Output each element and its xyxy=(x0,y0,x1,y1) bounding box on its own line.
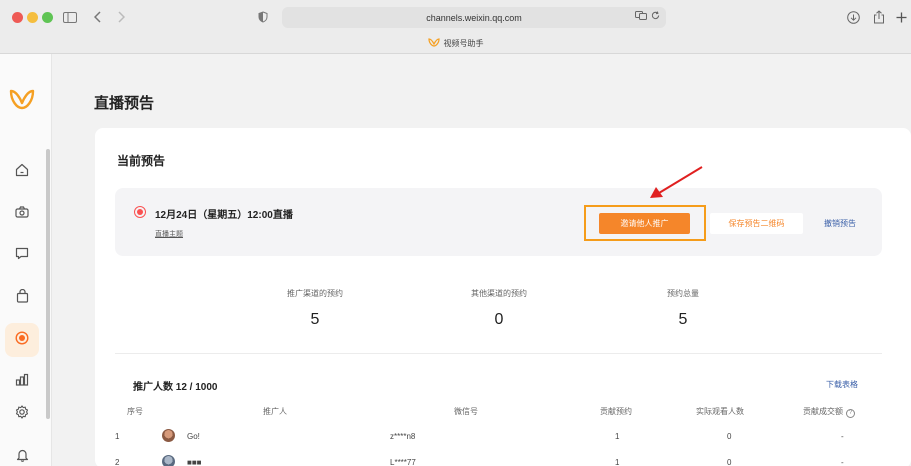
current-preview-title: 当前预告 xyxy=(117,154,166,168)
column-header: 序号 xyxy=(127,407,143,416)
message-icon xyxy=(15,247,29,265)
share-icon[interactable] xyxy=(872,8,886,26)
cancel-preview-link[interactable]: 撤销预告 xyxy=(824,218,856,229)
zoom-window-button[interactable] xyxy=(42,12,53,23)
stat-other-reservations: 其他渠道的预约 0 xyxy=(439,288,559,329)
stat-value: 0 xyxy=(494,311,504,328)
new-tab-icon[interactable] xyxy=(895,8,907,26)
sidebar-scrollbar[interactable] xyxy=(46,149,50,419)
reservations-value: 1 xyxy=(615,458,620,466)
wechat-id: z****n8 xyxy=(390,432,416,441)
camera-icon xyxy=(15,205,29,223)
stat-label: 推广渠道的预约 xyxy=(287,289,343,298)
divider xyxy=(115,353,882,354)
column-header: 微信号 xyxy=(454,407,478,416)
column-header: 贡献成交额 xyxy=(803,407,843,416)
promoter-name: Go! xyxy=(187,432,200,441)
promoter-count-heading: 推广人数 12 / 1000 xyxy=(133,382,218,393)
column-header: 贡献预约 xyxy=(600,407,632,416)
home-icon xyxy=(15,163,29,182)
sidebar xyxy=(0,54,52,466)
reload-icon[interactable] xyxy=(651,11,660,22)
column-header: 实际观看人数 xyxy=(696,407,744,416)
promoter-name: ■■■ xyxy=(187,458,202,466)
bell-icon xyxy=(16,448,29,466)
forward-icon[interactable] xyxy=(115,8,127,26)
back-icon[interactable] xyxy=(92,8,104,26)
sidebar-item-home[interactable] xyxy=(5,155,39,189)
download-icon[interactable] xyxy=(846,8,860,26)
sidebar-item-notifications[interactable] xyxy=(5,440,39,466)
minimize-window-button[interactable] xyxy=(27,12,38,23)
stat-label: 其他渠道的预约 xyxy=(471,289,527,298)
stat-value: 5 xyxy=(678,311,688,328)
stat-total-reservations: 预约总量 5 xyxy=(623,288,743,329)
column-header: 推广人 xyxy=(263,407,287,416)
live-time: 12月24日（星期五）12:00直播 xyxy=(155,210,293,221)
promoter-table: 序号 推广人 微信号 贡献预约 实际观看人数 贡献成交额? 1 Go! z***… xyxy=(115,400,882,466)
address-bar[interactable]: channels.weixin.qq.com xyxy=(282,7,666,28)
main-content: 直播预告 当前预告 12月24日（星期五）12:00直播 直播主题 邀请他人推广… xyxy=(52,54,911,466)
avatar xyxy=(162,429,175,442)
help-icon[interactable]: ? xyxy=(846,408,855,418)
row-index: 1 xyxy=(115,432,120,441)
channels-logo-icon xyxy=(427,37,440,50)
url-text: channels.weixin.qq.com xyxy=(426,12,522,23)
sidebar-item-settings[interactable] xyxy=(5,397,39,431)
table-row: 2 ■■■ L****77 1 0 - xyxy=(115,452,882,466)
privacy-shield-icon[interactable] xyxy=(257,8,269,26)
sidebar-item-shop[interactable] xyxy=(5,281,39,315)
reservations-value: 1 xyxy=(615,432,620,441)
table-header: 序号 推广人 微信号 贡献预约 实际观看人数 贡献成交额? xyxy=(115,400,882,426)
live-icon xyxy=(15,330,29,350)
chart-icon xyxy=(15,373,29,391)
sidebar-item-data[interactable] xyxy=(5,365,39,399)
sidebar-item-interaction[interactable] xyxy=(5,239,39,273)
translate-icon[interactable] xyxy=(635,11,647,22)
row-index: 2 xyxy=(115,458,120,466)
viewers-value: 0 xyxy=(727,458,732,466)
sales-value: - xyxy=(841,458,844,466)
tab-title: 视频号助手 xyxy=(443,39,484,48)
current-preview-item: 12月24日（星期五）12:00直播 直播主题 邀请他人推广 保存预告二维码 撤… xyxy=(115,188,882,256)
live-topic-link[interactable]: 直播主题 xyxy=(155,229,183,239)
sidebar-item-content[interactable] xyxy=(5,197,39,231)
preview-card: 当前预告 12月24日（星期五）12:00直播 直播主题 邀请他人推广 保存预告… xyxy=(95,128,911,466)
page-title: 直播预告 xyxy=(94,95,155,112)
active-tab[interactable]: 视频号助手 xyxy=(0,33,911,54)
viewers-value: 0 xyxy=(727,432,732,441)
browser-toolbar: channels.weixin.qq.com 视频号助手 xyxy=(0,0,911,54)
invite-promoters-button[interactable]: 邀请他人推广 xyxy=(599,213,690,234)
channels-logo-icon xyxy=(9,88,35,110)
avatar xyxy=(162,455,175,466)
settings-icon xyxy=(15,404,29,424)
sidebar-item-live[interactable] xyxy=(5,323,39,357)
stat-promo-reservations: 推广渠道的预约 5 xyxy=(255,288,375,329)
sidebar-toggle-icon[interactable] xyxy=(62,8,78,26)
live-status-indicator xyxy=(134,206,146,218)
download-table-link[interactable]: 下载表格 xyxy=(826,379,858,390)
column-header-sales: 贡献成交额? xyxy=(803,406,855,418)
wechat-id: L****77 xyxy=(390,458,416,466)
close-window-button[interactable] xyxy=(12,12,23,23)
save-qr-code-button[interactable]: 保存预告二维码 xyxy=(710,213,803,234)
stat-value: 5 xyxy=(310,311,320,328)
stat-label: 预约总量 xyxy=(667,289,699,298)
table-row: 1 Go! z****n8 1 0 - xyxy=(115,426,882,452)
sales-value: - xyxy=(841,432,844,441)
bag-icon xyxy=(16,288,29,308)
